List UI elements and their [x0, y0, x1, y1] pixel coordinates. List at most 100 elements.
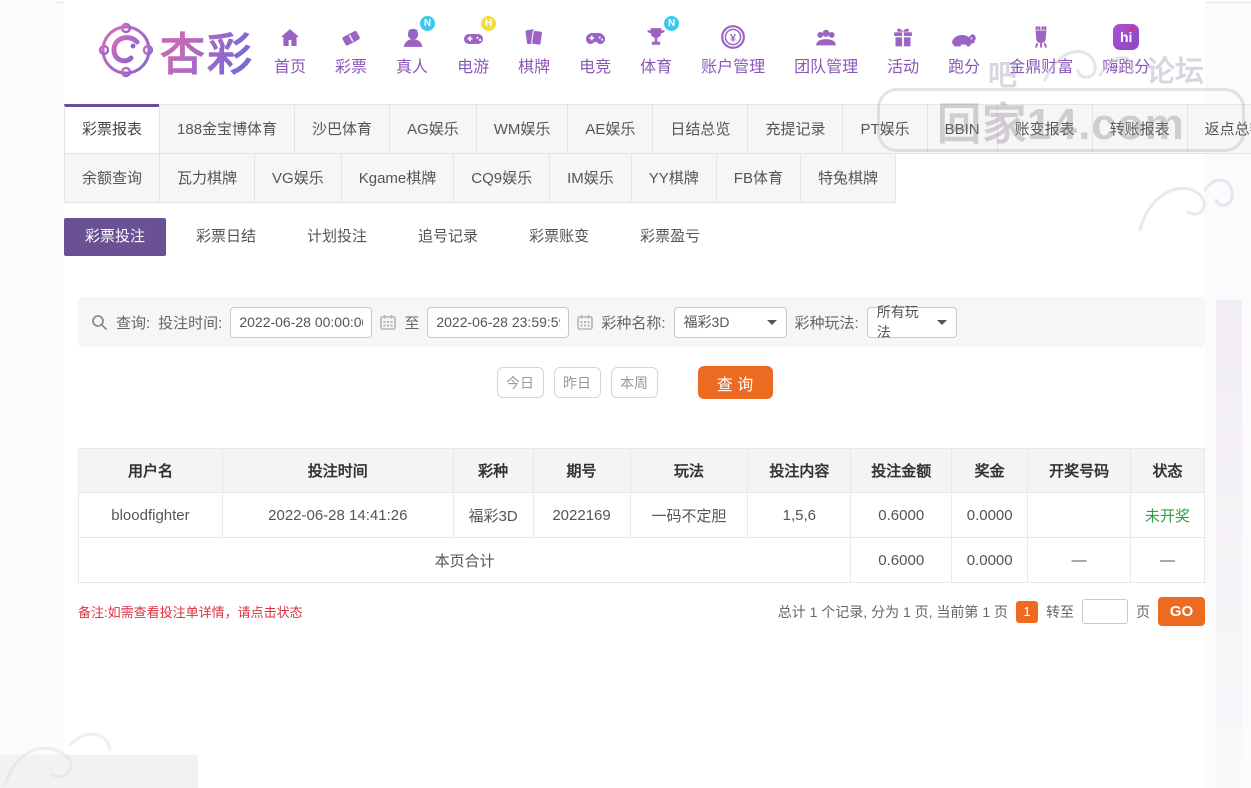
tab-balance-change[interactable]: 账变报表 — [996, 104, 1093, 154]
nav-item-team[interactable]: 团队管理 — [794, 23, 858, 77]
nav-item-home[interactable]: 首页 — [274, 23, 306, 77]
footer-row: 备注:如需查看投注单详情，请点击状态 总计 1 个记录, 分为 1 页, 当前第… — [78, 597, 1205, 626]
cell-bet-amount: 0.6000 — [850, 492, 953, 538]
logo-text: 杏彩 — [160, 18, 254, 83]
col-issue: 期号 — [532, 448, 631, 493]
summary-dash: — — [1130, 537, 1205, 583]
tab-bbin[interactable]: BBIN — [926, 104, 998, 154]
report-tabs: 彩票报表 188金宝博体育 沙巴体育 AG娱乐 WM娱乐 AE娱乐 日结总览 充… — [64, 104, 1251, 203]
nav-item-account[interactable]: ¥ 账户管理 — [701, 23, 765, 77]
tab-ag[interactable]: AG娱乐 — [389, 104, 477, 154]
tab-balance-query[interactable]: 余额查询 — [64, 153, 161, 203]
col-prize: 奖金 — [951, 448, 1029, 493]
tab-im[interactable]: IM娱乐 — [549, 153, 632, 203]
play-type-select[interactable]: 所有玩法 — [866, 304, 957, 340]
bet-time-label: 投注时间: — [158, 314, 223, 332]
tab-ae[interactable]: AE娱乐 — [567, 104, 654, 154]
subtab-chase-records[interactable]: 追号记录 — [397, 218, 499, 256]
tab-kgame[interactable]: Kgame棋牌 — [340, 153, 455, 203]
main-content: 杏彩 首页 彩票 N 真人 H 电游 棋牌 电竞 N 体育 ¥ 账户管理 团队管… — [64, 0, 1251, 788]
summary-label: 本页合计 — [77, 537, 852, 583]
tab-fb[interactable]: FB体育 — [715, 153, 801, 203]
goto-label: 转至 — [1046, 603, 1074, 620]
col-play: 玩法 — [629, 448, 749, 493]
rhino-icon — [950, 23, 978, 50]
team-icon — [812, 23, 840, 50]
gift-icon — [889, 23, 917, 50]
tab-lottery-report[interactable]: 彩票报表 — [64, 104, 161, 154]
query-button[interactable]: 查 询 — [697, 366, 773, 399]
tab-pt[interactable]: PT娱乐 — [842, 104, 928, 154]
summary-prize-total: 0.0000 — [951, 537, 1029, 583]
search-icon — [91, 314, 108, 331]
trophy-icon: N — [642, 16, 680, 50]
tab-188-sports[interactable]: 188金宝博体育 — [159, 104, 296, 154]
cell-bet-content: 1,5,6 — [747, 492, 852, 538]
nav-item-hipaofen[interactable]: hi 嗨跑分 — [1102, 23, 1150, 77]
nav-item-esports[interactable]: 电竞 — [579, 23, 611, 77]
nav-item-egames[interactable]: H 电游 — [457, 16, 497, 77]
site-logo[interactable]: 杏彩 — [98, 18, 254, 83]
tab-vg[interactable]: VG娱乐 — [254, 153, 342, 203]
tab-tetu[interactable]: 特兔棋牌 — [799, 153, 896, 203]
subtab-lottery-pnl[interactable]: 彩票盈亏 — [619, 218, 721, 256]
goto-page-input[interactable] — [1082, 599, 1128, 624]
quick-buttons-row: 今日 昨日 本周 查 询 — [64, 366, 1205, 399]
today-button[interactable]: 今日 — [496, 367, 544, 398]
search-label: 查询: — [116, 314, 151, 332]
nav-item-lottery[interactable]: 彩票 — [335, 23, 367, 77]
tab-daily-summary[interactable]: 日结总览 — [652, 104, 749, 154]
subtab-lottery-bets[interactable]: 彩票投注 — [64, 218, 167, 256]
time-from-input[interactable] — [230, 306, 373, 338]
this-week-button[interactable]: 本周 — [610, 367, 658, 398]
play-type-label: 彩种玩法: — [794, 314, 859, 332]
cell-bet-time: 2022-06-28 14:41:26 — [221, 492, 454, 538]
nav-item-boardgames[interactable]: 棋牌 — [518, 23, 550, 77]
filter-bar: 查询: 投注时间: 至 彩种名称: 福彩3D 彩种玩法: 所有玩法 — [78, 297, 1205, 347]
page-unit-label: 页 — [1136, 603, 1150, 620]
nav-item-jinding[interactable]: 金鼎财富 — [1009, 23, 1073, 77]
live-person-icon: N — [398, 16, 436, 50]
tab-transfer-report[interactable]: 转账报表 — [1091, 104, 1188, 154]
right-ornament-band — [1216, 300, 1242, 788]
coin-icon: ¥ — [719, 23, 747, 50]
svg-text:¥: ¥ — [730, 32, 736, 44]
tab-deposit-withdraw[interactable]: 充提记录 — [747, 104, 844, 154]
nav-item-live[interactable]: N 真人 — [396, 16, 436, 77]
cell-prize: 0.0000 — [951, 492, 1029, 538]
tab-shaba-sports[interactable]: 沙巴体育 — [294, 104, 391, 154]
cell-status-link[interactable]: 未开奖 — [1130, 492, 1205, 538]
gamepad-icon: H — [459, 16, 497, 50]
tab-wali[interactable]: 瓦力棋牌 — [159, 153, 256, 203]
bets-table-wrap: 用户名 投注时间 彩种 期号 玩法 投注内容 投注金额 奖金 开奖号码 状态 b — [77, 448, 1205, 583]
logo-icon — [98, 22, 154, 78]
subtab-lottery-daily[interactable]: 彩票日结 — [175, 218, 277, 256]
time-to-input[interactable] — [427, 306, 570, 338]
subtab-plan-bets[interactable]: 计划投注 — [286, 218, 388, 256]
go-button[interactable]: GO — [1158, 597, 1205, 626]
tab-rebate-total[interactable]: 返点总额 — [1186, 104, 1251, 154]
lottery-select[interactable]: 福彩3D — [673, 306, 787, 338]
calendar-icon[interactable] — [577, 314, 594, 330]
tab-cq9[interactable]: CQ9娱乐 — [453, 153, 551, 203]
tripod-icon — [1027, 23, 1055, 50]
cell-play: 一码不定胆 — [629, 492, 749, 538]
nav-item-paofen[interactable]: 跑分 — [948, 23, 980, 77]
tab-yy[interactable]: YY棋牌 — [630, 153, 717, 203]
subtab-lottery-balance[interactable]: 彩票账变 — [508, 218, 610, 256]
yesterday-button[interactable]: 昨日 — [553, 367, 601, 398]
home-icon — [276, 23, 304, 50]
pagination: 总计 1 个记录, 分为 1 页, 当前第 1 页 1 转至 页 GO — [778, 597, 1205, 626]
cell-username: bloodfighter — [78, 492, 223, 538]
cards-icon — [520, 23, 548, 50]
col-lottery: 彩种 — [452, 448, 534, 493]
lottery-subtabs: 彩票投注 彩票日结 计划投注 追号记录 彩票账变 彩票盈亏 — [64, 218, 1205, 256]
col-username: 用户名 — [78, 448, 223, 493]
nav-item-sports[interactable]: N 体育 — [640, 16, 680, 77]
tab-wm[interactable]: WM娱乐 — [475, 104, 569, 154]
site-header: 杏彩 首页 彩票 N 真人 H 电游 棋牌 电竞 N 体育 ¥ 账户管理 团队管… — [64, 0, 1205, 84]
hi-red-dot — [1130, 27, 1135, 31]
current-page-badge[interactable]: 1 — [1016, 600, 1038, 623]
nav-item-promo[interactable]: 活动 — [887, 23, 919, 77]
calendar-icon[interactable] — [380, 314, 397, 330]
